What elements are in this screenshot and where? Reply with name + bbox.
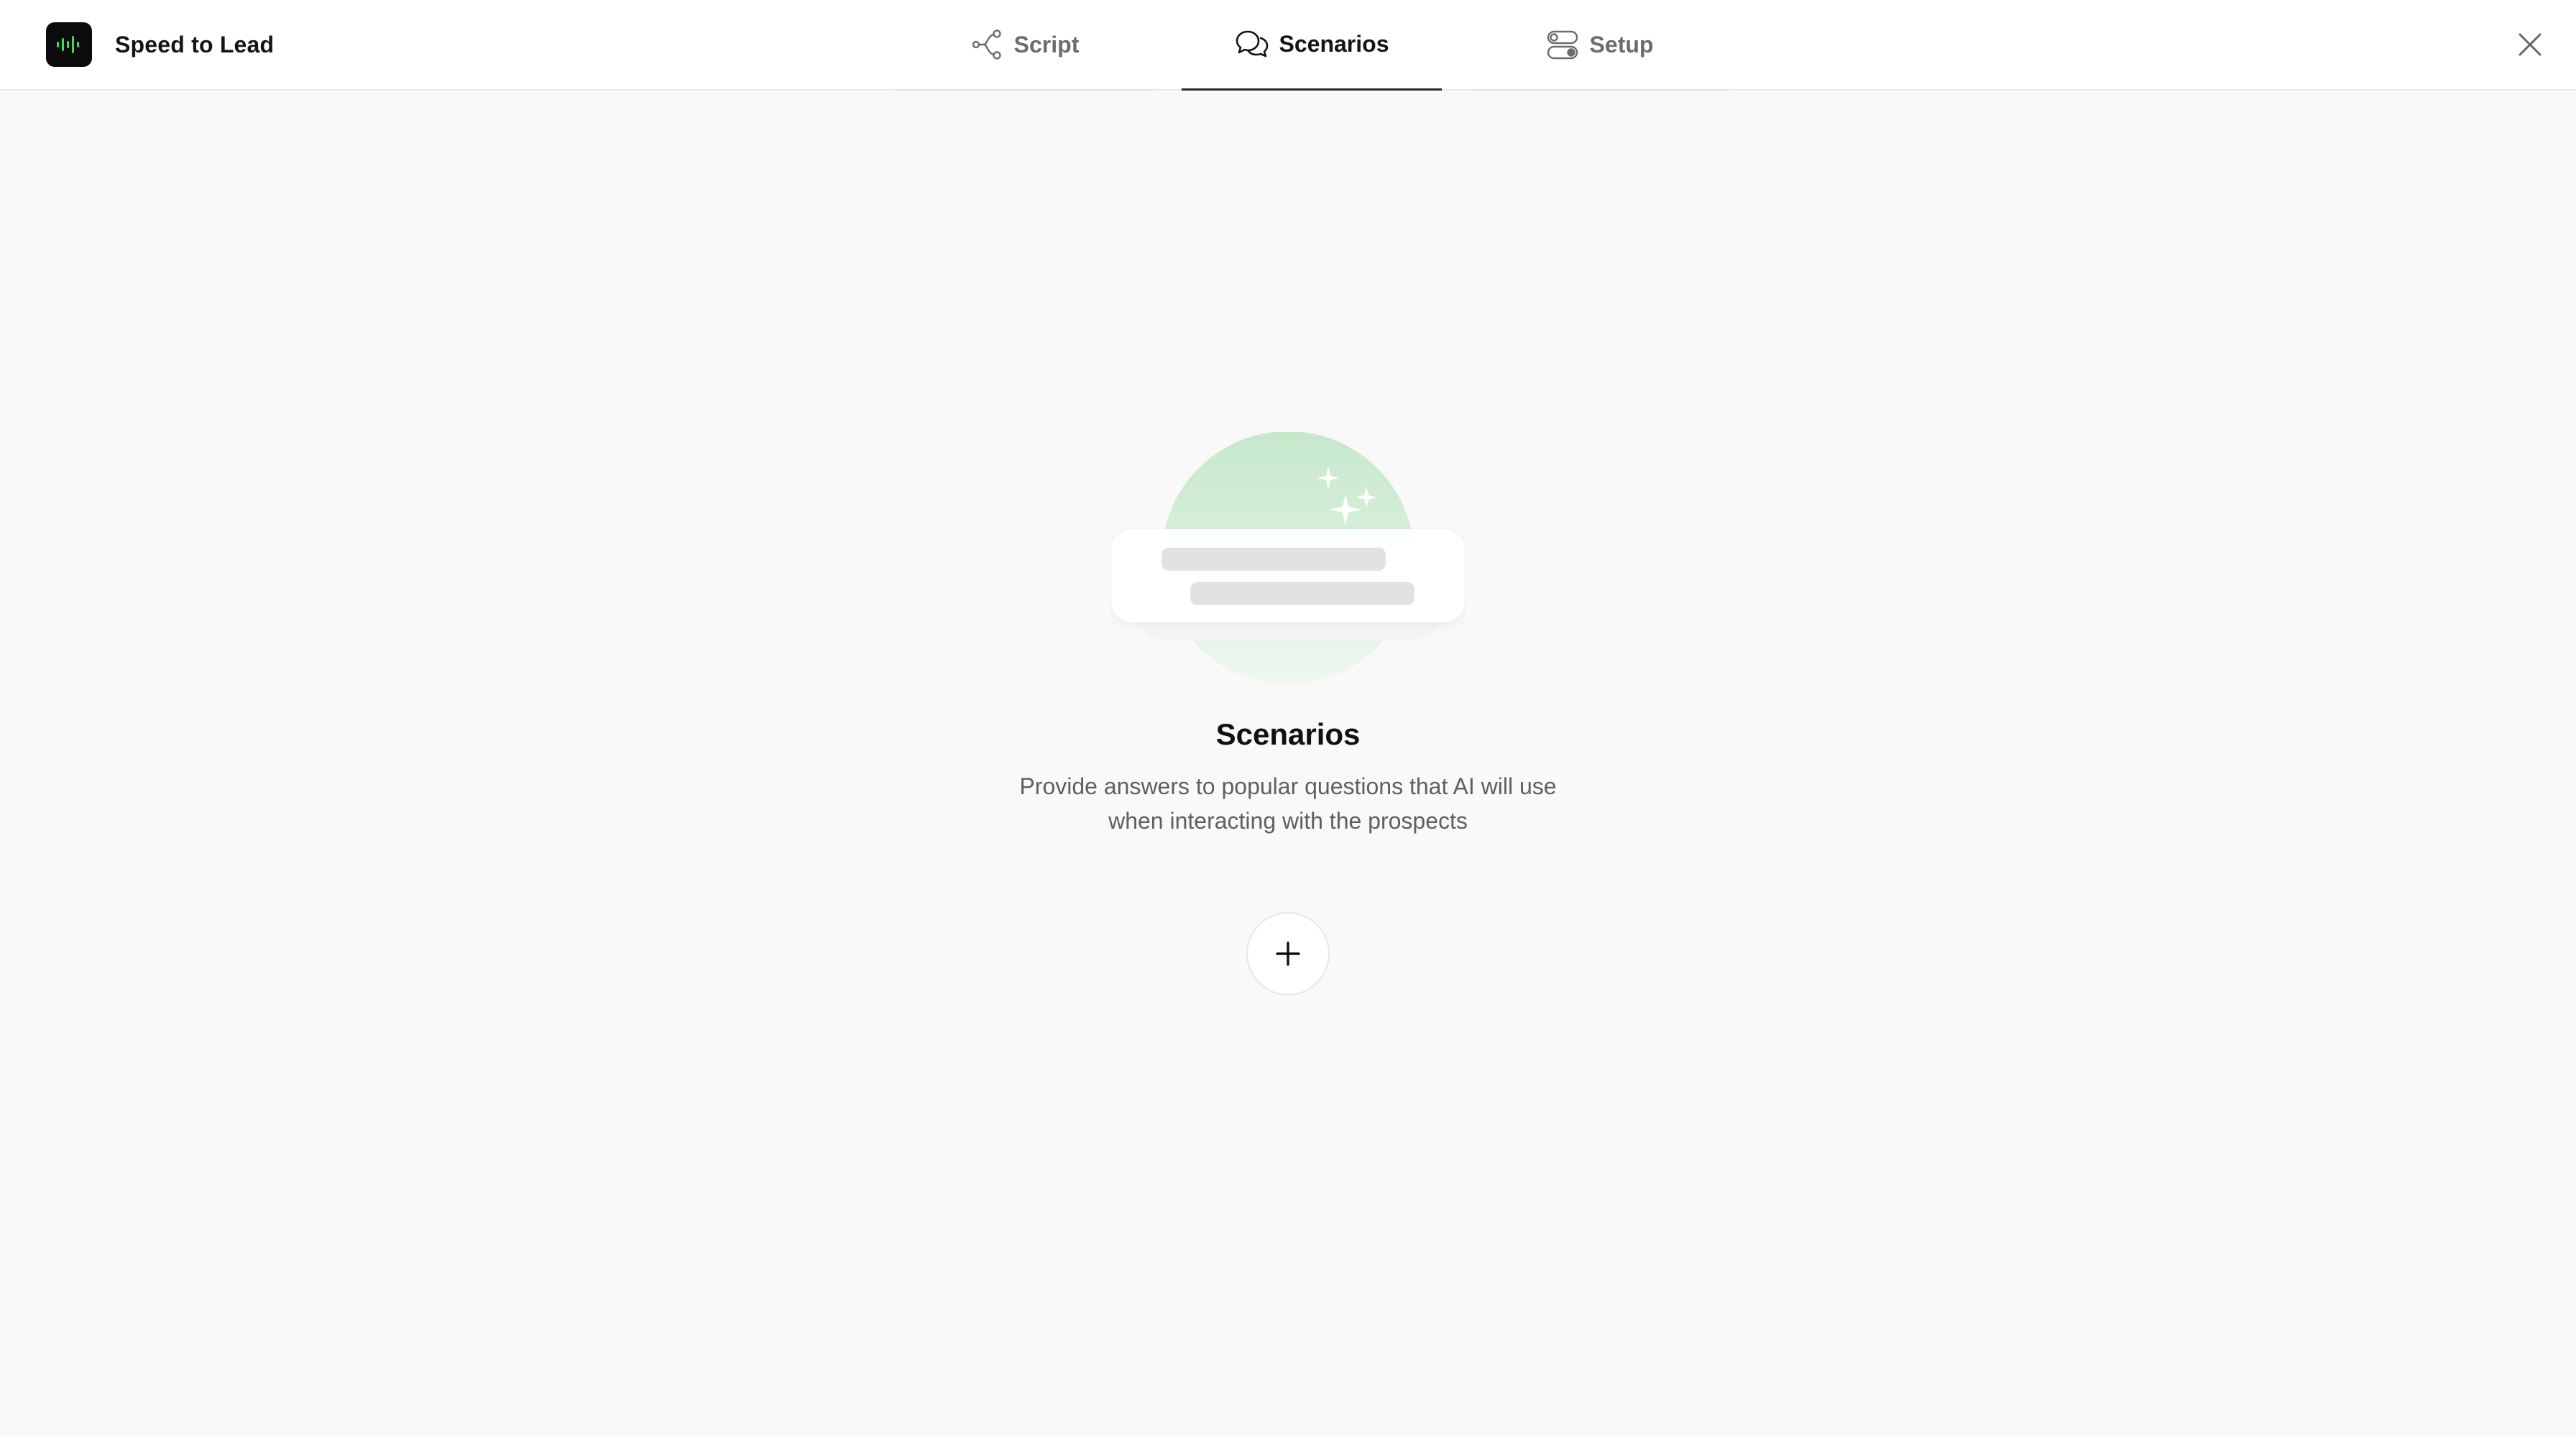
empty-state-title: Scenarios	[1215, 717, 1361, 751]
brand: Speed to Lead	[46, 22, 274, 67]
tab-script-label: Script	[1013, 31, 1080, 57]
toggles-icon	[1547, 30, 1578, 60]
tab-setup-label: Setup	[1589, 31, 1654, 57]
top-bar: Speed to Lead Script Scenarios Setup	[0, 0, 2576, 91]
tab-script[interactable]: Script	[894, 0, 1154, 91]
plus-icon	[1276, 942, 1300, 966]
close-button[interactable]	[2513, 27, 2547, 62]
add-scenario-button[interactable]	[1246, 912, 1330, 995]
tab-bar: Script Scenarios Setup	[894, 0, 1729, 91]
empty-state-description: Provide answers to popular questions tha…	[1019, 773, 1557, 834]
scenarios-empty-state: Scenarios Provide answers to popular que…	[0, 91, 2576, 1436]
tab-setup[interactable]: Setup	[1469, 0, 1729, 91]
chat-bubbles-icon	[1236, 30, 1268, 57]
app-title: Speed to Lead	[115, 31, 275, 57]
flow-branch-icon	[972, 29, 1001, 60]
tab-scenarios[interactable]: Scenarios	[1182, 0, 1442, 91]
close-icon	[2518, 33, 2542, 56]
app-window: Speed to Lead Script Scenarios Setup Sce…	[0, 0, 2576, 1436]
tab-scenarios-label: Scenarios	[1279, 31, 1389, 57]
app-logo-icon	[46, 22, 92, 67]
